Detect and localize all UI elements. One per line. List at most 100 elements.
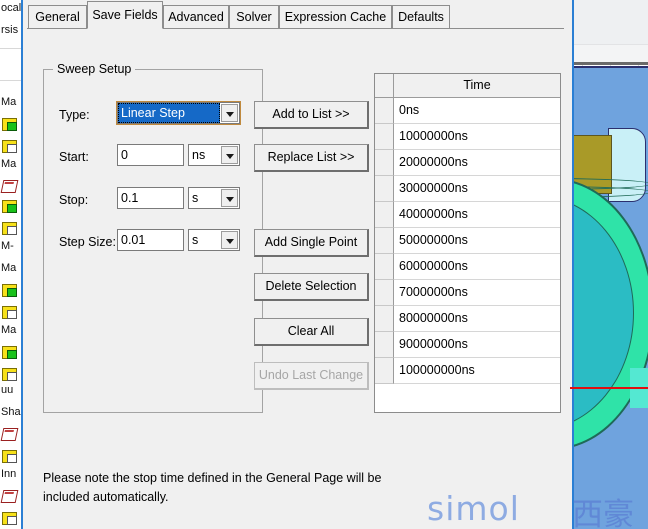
solid-green-icon[interactable] — [2, 118, 17, 131]
sweep-type-value: Linear Step — [118, 103, 220, 123]
watermark-text: simol — [427, 489, 520, 528]
table-row[interactable]: 40000000ns — [375, 202, 560, 228]
solid-white-icon[interactable] — [2, 450, 17, 463]
add-single-point-button[interactable]: Add Single Point — [254, 229, 369, 257]
time-cell[interactable]: 30000000ns — [394, 176, 560, 202]
time-cell[interactable]: 70000000ns — [394, 280, 560, 306]
solid-white-icon[interactable] — [2, 368, 17, 381]
row-selector[interactable] — [375, 280, 394, 306]
chevron-down-icon[interactable] — [221, 189, 238, 207]
type-label: Type: — [59, 108, 90, 122]
tree-item-label[interactable]: Ma — [1, 324, 16, 336]
row-selector[interactable] — [375, 254, 394, 280]
row-selector[interactable] — [375, 98, 394, 124]
stop-time-note: Please note the stop time defined in the… — [43, 471, 382, 504]
tab-save-fields[interactable]: Save Fields — [87, 1, 163, 29]
step-size-value-input[interactable]: 0.01 — [117, 229, 184, 251]
sweep-type-combo[interactable]: Linear Step — [116, 101, 241, 125]
tab-panel-save-fields: Sweep Setup Type: Linear Step Start: 0 n… — [27, 28, 568, 529]
tree-item-label[interactable]: Sha — [1, 406, 21, 418]
solid-green-icon[interactable] — [2, 346, 17, 359]
tab-strip: General Save Fields Advanced Solver Expr… — [23, 0, 568, 29]
time-cell[interactable]: 60000000ns — [394, 254, 560, 280]
table-row[interactable]: 60000000ns — [375, 254, 560, 280]
solid-white-icon[interactable] — [2, 306, 17, 319]
chevron-down-icon[interactable] — [221, 146, 238, 164]
model-viewport[interactable] — [570, 0, 648, 529]
time-column-header[interactable]: Time — [394, 74, 560, 98]
stop-label: Stop: — [59, 193, 89, 207]
sheet-icon[interactable] — [0, 428, 19, 441]
table-row[interactable]: 90000000ns — [375, 332, 560, 358]
viewport-toolbar-strip — [570, 0, 648, 44]
table-row[interactable]: 50000000ns — [375, 228, 560, 254]
solid-green-icon[interactable] — [2, 284, 17, 297]
tab-defaults[interactable]: Defaults — [392, 5, 450, 28]
sheet-icon[interactable] — [0, 180, 19, 193]
project-tree-strip[interactable]: ocal rsis Ma Ma M- Ma Ma uu Sha Inn — [0, 0, 21, 529]
stop-unit-value: s — [192, 191, 199, 205]
tab-advanced[interactable]: Advanced — [163, 5, 229, 28]
time-list-corner-cell[interactable] — [375, 74, 394, 98]
time-cell[interactable]: 20000000ns — [394, 150, 560, 176]
solid-white-icon[interactable] — [2, 140, 17, 153]
time-cell[interactable]: 0ns — [394, 98, 560, 124]
row-selector[interactable] — [375, 228, 394, 254]
sheet-icon[interactable] — [0, 490, 19, 503]
start-value-input[interactable]: 0 — [117, 144, 184, 166]
tree-item-label[interactable]: Ma — [1, 96, 16, 108]
tree-item-label[interactable]: ocal — [1, 2, 21, 14]
replace-list-button[interactable]: Replace List >> — [254, 144, 369, 172]
step-size-unit-combo[interactable]: s — [188, 229, 240, 251]
tree-item-label[interactable]: Inn — [1, 468, 16, 480]
time-list-header: Time — [375, 74, 560, 98]
tab-solver[interactable]: Solver — [229, 5, 279, 28]
row-selector[interactable] — [375, 332, 394, 358]
solid-white-icon[interactable] — [2, 222, 17, 235]
clear-all-button[interactable]: Clear All — [254, 318, 369, 346]
time-cell[interactable]: 50000000ns — [394, 228, 560, 254]
chevron-down-icon[interactable] — [221, 231, 238, 249]
row-selector[interactable] — [375, 306, 394, 332]
solid-white-icon[interactable] — [2, 512, 17, 525]
time-cell[interactable]: 10000000ns — [394, 124, 560, 150]
table-row[interactable]: 70000000ns — [375, 280, 560, 306]
table-row[interactable]: 0ns — [375, 98, 560, 124]
table-row[interactable]: 10000000ns — [375, 124, 560, 150]
row-selector[interactable] — [375, 202, 394, 228]
tree-divider — [0, 80, 21, 81]
time-cell[interactable]: 40000000ns — [394, 202, 560, 228]
tree-item-label[interactable]: M- — [1, 240, 14, 252]
time-list[interactable]: Time 0ns 10000000ns 20000000ns 30000000n… — [374, 73, 561, 413]
solution-setup-dialog: General Save Fields Advanced Solver Expr… — [21, 0, 574, 529]
row-selector[interactable] — [375, 124, 394, 150]
table-row[interactable]: 30000000ns — [375, 176, 560, 202]
solid-green-icon[interactable] — [2, 200, 17, 213]
tab-general[interactable]: General — [28, 5, 87, 28]
table-row[interactable]: 100000000ns — [375, 358, 560, 384]
model-red-axis-line — [570, 387, 648, 389]
stop-value-input[interactable]: 0.1 — [117, 187, 184, 209]
tree-divider — [0, 48, 21, 49]
time-cell[interactable]: 100000000ns — [394, 358, 560, 384]
time-cell[interactable]: 90000000ns — [394, 332, 560, 358]
screenshot-root: ocal rsis Ma Ma M- Ma Ma uu Sha Inn Gene… — [0, 0, 648, 529]
table-row[interactable]: 80000000ns — [375, 306, 560, 332]
start-unit-combo[interactable]: ns — [188, 144, 240, 166]
stop-unit-combo[interactable]: s — [188, 187, 240, 209]
time-cell[interactable]: 80000000ns — [394, 306, 560, 332]
tree-item-label[interactable]: Ma — [1, 262, 16, 274]
tree-item-label[interactable]: Ma — [1, 158, 16, 170]
sweep-setup-group-title: Sweep Setup — [53, 62, 136, 76]
chevron-down-icon[interactable] — [221, 104, 238, 122]
row-selector[interactable] — [375, 358, 394, 384]
dialog-vertical-scrollbar[interactable] — [564, 0, 570, 529]
tab-expression-cache[interactable]: Expression Cache — [279, 5, 392, 28]
row-selector[interactable] — [375, 150, 394, 176]
row-selector[interactable] — [375, 176, 394, 202]
table-row[interactable]: 20000000ns — [375, 150, 560, 176]
tree-item-label[interactable]: rsis — [1, 24, 18, 36]
tree-item-label[interactable]: uu — [1, 384, 13, 396]
add-to-list-button[interactable]: Add to List >> — [254, 101, 369, 129]
delete-selection-button[interactable]: Delete Selection — [254, 273, 369, 301]
